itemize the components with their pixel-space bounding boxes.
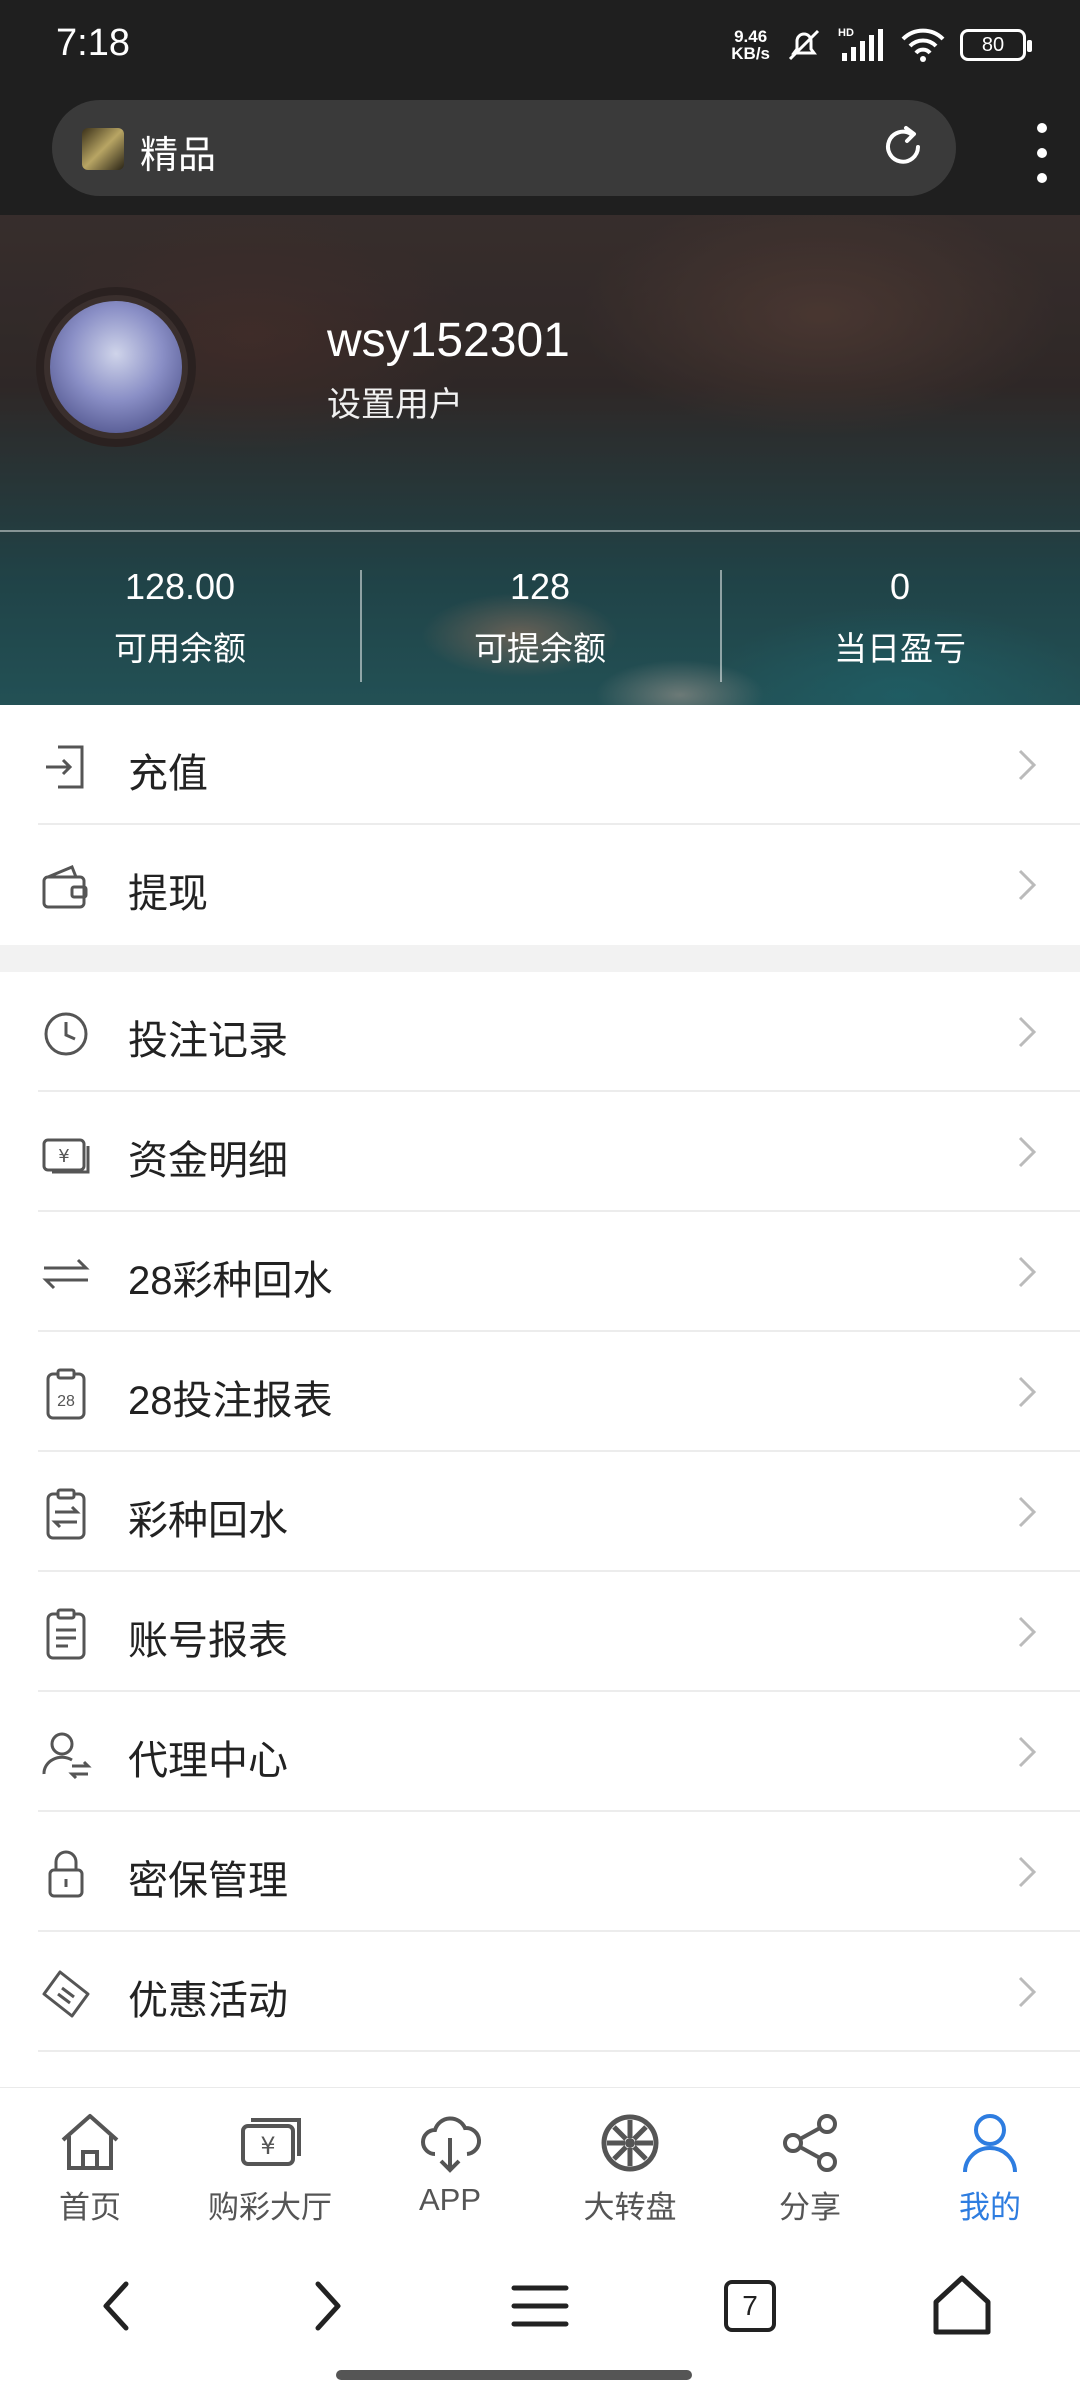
stat-available-balance: 128.00 可用余额 xyxy=(114,566,246,667)
hd-signal-icon: HD xyxy=(838,27,883,61)
home-icon xyxy=(61,2114,119,2170)
wifi-icon xyxy=(901,28,945,62)
clock-icon xyxy=(44,1012,88,1056)
lottery-hall-icon: ¥ xyxy=(241,2118,301,2166)
deposit-icon xyxy=(46,745,84,789)
tab-mine[interactable]: 我的 xyxy=(900,2088,1080,2242)
banner-divider xyxy=(0,530,1080,532)
browser-toolbar: 精品 xyxy=(0,90,1080,215)
back-icon[interactable] xyxy=(78,2266,158,2346)
avatar-image xyxy=(50,301,182,433)
home-indicator[interactable] xyxy=(336,2370,692,2380)
tabs-button[interactable]: 7 xyxy=(710,2266,790,2346)
chevron-right-icon xyxy=(1018,1976,1037,2008)
balance-stats: 128.00 可用余额 128 可提余额 0 当日盈亏 xyxy=(0,560,1080,682)
ticket-icon xyxy=(42,1970,90,2018)
lock-icon xyxy=(48,1850,84,1898)
menu-item-agent-center[interactable]: 代理中心 xyxy=(38,1692,1080,1812)
tab-lottery-hall[interactable]: ¥ 购彩大厅 xyxy=(180,2088,360,2242)
chevron-right-icon xyxy=(1018,869,1037,901)
menu-item-account-report[interactable]: 账号报表 xyxy=(38,1572,1080,1692)
page-title: 精品 xyxy=(140,135,217,177)
profile-banner: wsy152301 设置用户 128.00 可用余额 128 可提余额 0 当日… xyxy=(0,215,1080,705)
more-vertical-icon[interactable] xyxy=(1022,118,1062,188)
battery-icon: 80 xyxy=(960,29,1032,61)
username: wsy152301 xyxy=(327,314,570,367)
share-icon xyxy=(783,2114,837,2172)
wallet-icon xyxy=(42,865,88,909)
mute-icon xyxy=(788,29,820,61)
svg-text:28: 28 xyxy=(57,1393,75,1410)
tab-home[interactable]: 首页 xyxy=(0,2088,180,2242)
section-gap xyxy=(0,945,1080,972)
menu-icon[interactable] xyxy=(500,2266,580,2346)
report-28-icon: 28 xyxy=(46,1368,86,1420)
menu-item-bet-records[interactable]: 投注记录 xyxy=(38,972,1080,1092)
browser-home-icon[interactable] xyxy=(922,2266,1002,2346)
address-bar[interactable]: 精品 xyxy=(52,100,956,196)
bottom-tab-bar: 首页 ¥ 购彩大厅 APP 大转盘 分享 我的 xyxy=(0,2087,1080,2242)
chevron-right-icon xyxy=(1018,1016,1037,1048)
menu-item-28-bet-report[interactable]: 28 28投注报表 xyxy=(38,1332,1080,1452)
tab-app[interactable]: APP xyxy=(360,2088,540,2242)
menu-group-records: 投注记录 ¥ 资金明细 28彩种回水 28 28投注报表 彩种回水 账号报表 代… xyxy=(0,972,1080,2087)
stat-daily-profit: 0 当日盈亏 xyxy=(720,560,1080,682)
stat-withdrawable-balance: 128 可提余额 xyxy=(360,560,720,682)
chevron-right-icon xyxy=(1018,1256,1037,1288)
forward-icon[interactable] xyxy=(286,2266,366,2346)
status-bar: 7:18 9.46 KB/s HD 80 xyxy=(0,0,1080,90)
money-icon: ¥ xyxy=(42,1138,90,1174)
transfer-icon xyxy=(42,1258,90,1290)
status-icons: 9.46 KB/s HD 80 xyxy=(731,22,1032,68)
svg-text:¥: ¥ xyxy=(58,1146,69,1167)
status-time: 7:18 xyxy=(56,22,130,64)
menu-item-28-rebate[interactable]: 28彩种回水 xyxy=(38,1212,1080,1332)
menu-item-deposit[interactable]: 充值 xyxy=(38,705,1080,825)
menu-group-funds: 充值 提现 xyxy=(0,705,1080,945)
favicon xyxy=(82,128,124,170)
agent-icon xyxy=(42,1732,92,1780)
avatar[interactable] xyxy=(36,287,196,447)
set-user-link[interactable]: 设置用户 xyxy=(327,377,463,426)
chevron-right-icon xyxy=(1018,1136,1037,1168)
chevron-right-icon xyxy=(1018,1736,1037,1768)
user-icon xyxy=(963,2114,1017,2173)
menu-item-security-management[interactable]: 密保管理 xyxy=(38,1812,1080,1932)
cloud-download-icon xyxy=(421,2116,481,2173)
clipboard-icon xyxy=(46,1608,86,1660)
chevron-right-icon xyxy=(1018,1616,1037,1648)
tab-share[interactable]: 分享 xyxy=(720,2088,900,2242)
chevron-right-icon xyxy=(1018,1496,1037,1528)
menu-item-withdraw[interactable]: 提现 xyxy=(38,825,1080,945)
svg-text:¥: ¥ xyxy=(260,2132,275,2160)
chevron-right-icon xyxy=(1018,1856,1037,1888)
chevron-right-icon xyxy=(1018,749,1037,781)
tab-wheel[interactable]: 大转盘 xyxy=(540,2088,720,2242)
svg-text:HD: HD xyxy=(838,27,854,39)
wheel-icon xyxy=(601,2114,659,2172)
net-speed: 9.46 KB/s xyxy=(731,27,770,63)
reload-icon[interactable] xyxy=(878,122,928,172)
menu-item-fund-details[interactable]: ¥ 资金明细 xyxy=(38,1092,1080,1212)
menu-item-lottery-rebate[interactable]: 彩种回水 xyxy=(38,1452,1080,1572)
clipboard-transfer-icon xyxy=(46,1488,86,1540)
tab-count: 7 xyxy=(724,2280,776,2332)
menu-item-promotions[interactable]: 优惠活动 xyxy=(38,1932,1080,2052)
chevron-right-icon xyxy=(1018,1376,1037,1408)
